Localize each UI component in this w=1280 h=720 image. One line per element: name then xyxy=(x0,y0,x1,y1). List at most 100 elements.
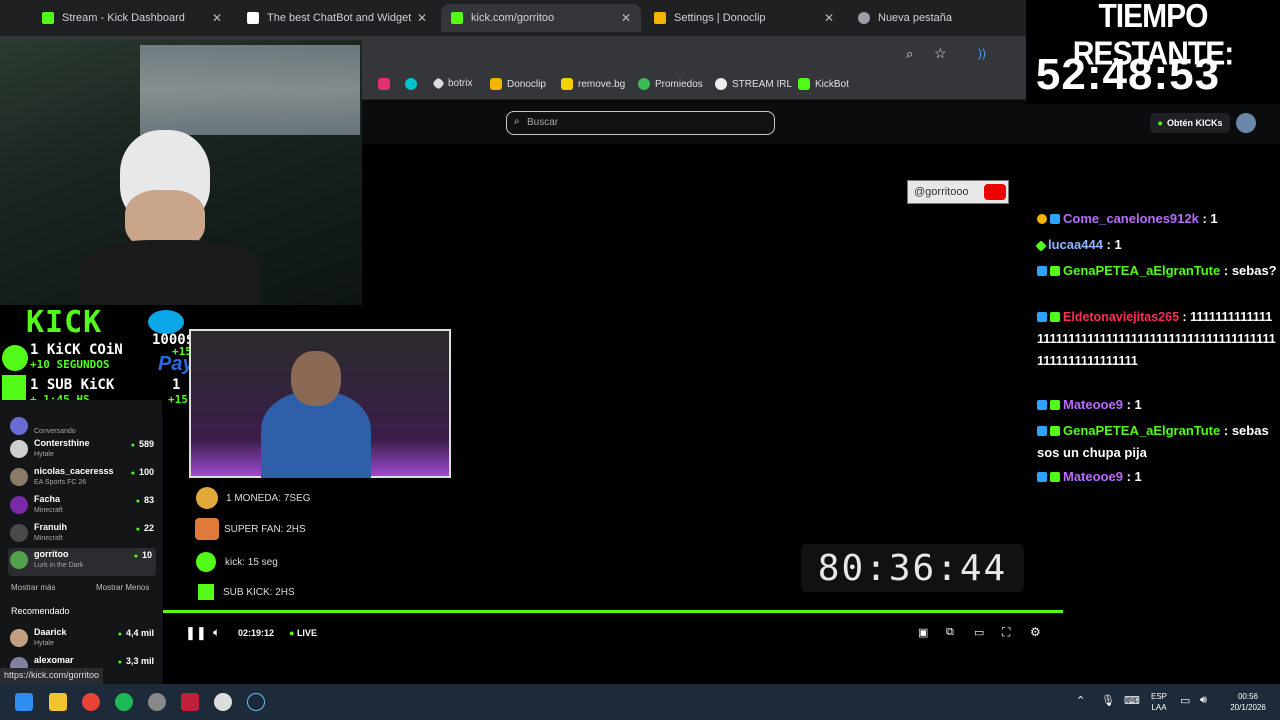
sidebar-channel[interactable]: Franuih Minecraft 22 xyxy=(10,521,158,549)
close-icon[interactable]: ✕ xyxy=(212,11,222,25)
viewer-count: 100 xyxy=(131,467,154,477)
chrome-icon[interactable] xyxy=(82,693,100,711)
kick-coin-bonus: +10 SEGUNDOS xyxy=(30,358,110,371)
fullscreen-icon[interactable]: ⛶ xyxy=(1002,625,1010,640)
kick-coin-icon: ● xyxy=(1157,118,1163,128)
search-icon: ⌕ xyxy=(514,116,520,127)
zoom-icon[interactable]: ⌕ xyxy=(906,46,913,62)
reward-label: SUB KICK: 2HS xyxy=(223,587,295,598)
close-icon[interactable]: ✕ xyxy=(621,11,631,25)
search-input[interactable]: ⌕ Buscar xyxy=(506,111,775,135)
tab-label: Stream - Kick Dashboard xyxy=(62,12,185,24)
bookmark-removebg[interactable]: remove.bg xyxy=(561,78,625,90)
tab-kick-gorritoo[interactable]: kick.com/gorritoo ✕ xyxy=(441,4,641,32)
sidebar-channel-selected[interactable]: gorritoo Lurk in the Dark 10 xyxy=(8,548,156,576)
chat-text: 1 xyxy=(1210,211,1218,226)
volume-icon[interactable]: 🔊︎ xyxy=(1200,694,1207,707)
keyboard-icon[interactable]: ⌨ xyxy=(1124,694,1140,707)
badge-icon xyxy=(1050,266,1060,276)
pip-icon[interactable]: ⧉ xyxy=(946,626,954,639)
show-more-link[interactable]: Mostrar más xyxy=(11,583,55,592)
badge-icon xyxy=(1037,472,1047,482)
file-explorer-icon[interactable] xyxy=(49,693,67,711)
chat-message: GenaPETEA_aElgranTute : sebas sos un chu… xyxy=(1037,423,1269,460)
obs-icon[interactable] xyxy=(214,693,232,711)
channel-name: Contersthine xyxy=(34,438,90,448)
chatbot-icon xyxy=(247,12,259,24)
mini-player-icon[interactable]: ▭ xyxy=(974,626,984,639)
channel-name: nicolas_caceresss xyxy=(34,466,114,476)
extension-icon[interactable]: )) xyxy=(978,46,986,60)
chat-username[interactable]: GenaPETEA_aElgranTute xyxy=(1063,263,1220,278)
bookmark-kickbot[interactable]: KickBot xyxy=(798,78,849,90)
chat-username[interactable]: Come_canelones912k xyxy=(1063,211,1199,226)
chat-username[interactable]: Mateooe9 xyxy=(1063,469,1123,484)
avatar xyxy=(10,629,28,647)
handle-tag: @gorritooo xyxy=(907,180,1009,204)
chat-username[interactable]: Mateooe9 xyxy=(1063,397,1123,412)
bookmark-label: STREAM IRL xyxy=(732,78,793,90)
bookmark-donoclip[interactable]: Donoclip xyxy=(490,78,546,90)
windows-start-icon[interactable] xyxy=(15,693,33,711)
chat-username[interactable]: Eldetonaviejitas265 xyxy=(1063,310,1179,324)
user-avatar[interactable] xyxy=(1236,113,1256,133)
channel-category: Lurk in the Dark xyxy=(34,562,84,569)
viewer-count: 10 xyxy=(134,550,152,560)
tf-icon[interactable] xyxy=(181,693,199,711)
badge-icon xyxy=(1037,400,1047,410)
clock-date: 20/1/2026 xyxy=(1230,703,1266,712)
channel-category: EA Sports FC 26 xyxy=(34,479,87,486)
tab-new[interactable]: Nueva pestaña xyxy=(848,4,1018,32)
pause-icon[interactable]: ❚❚ xyxy=(185,625,207,641)
reward-label: kick: 15 seg xyxy=(225,557,278,568)
theater-mode-icon[interactable]: ▣ xyxy=(918,626,928,639)
steam-icon[interactable] xyxy=(247,693,265,711)
time-remaining-overlay: TIEMPO RESTANTE: 52:48:53 xyxy=(1026,0,1280,104)
channel-name: alexomar xyxy=(34,655,74,665)
show-less-link[interactable]: Mostrar Menos xyxy=(96,583,149,592)
chat-username[interactable]: GenaPETEA_aElgranTute xyxy=(1063,423,1220,438)
live-indicator: ● LIVE xyxy=(289,628,317,638)
sidebar-channel[interactable]: Contersthine Hytale 589 xyxy=(10,437,158,465)
bookmark-promiedos[interactable]: Promiedos xyxy=(638,78,703,90)
bookmark-star-icon[interactable]: ☆ xyxy=(934,45,947,62)
mercadopago-icon xyxy=(148,310,184,334)
badge-icon xyxy=(1050,472,1060,482)
donoclip-icon xyxy=(654,12,666,24)
badge-icon xyxy=(1035,240,1047,252)
close-icon[interactable]: ✕ xyxy=(417,11,427,25)
tab-kick-dashboard[interactable]: Stream - Kick Dashboard ✕ xyxy=(32,4,232,32)
microphone-icon[interactable]: 🎙︎ xyxy=(1101,694,1115,707)
avatar xyxy=(10,440,28,458)
sidebar-recommended[interactable]: Daarick Hytale 4,4 mil xyxy=(10,626,158,654)
sidebar-channel[interactable]: nicolas_caceresss EA Sports FC 26 100 xyxy=(10,465,158,493)
stream-irl-icon xyxy=(715,78,727,90)
kick-k-icon xyxy=(198,584,214,600)
canva-icon xyxy=(405,78,417,90)
tray-chevron-icon[interactable]: ⌃ xyxy=(1076,694,1085,707)
get-kicks-button[interactable]: ● Obtén KICKs xyxy=(1150,113,1230,133)
volume-icon[interactable]: 🔈︎ xyxy=(213,625,220,640)
keyboard-layout: LAA xyxy=(1151,703,1167,712)
close-icon[interactable]: ✕ xyxy=(824,11,834,25)
sidebar-channel[interactable]: Facha Minecraft 83 xyxy=(10,493,158,521)
viewer-count: 4,4 mil xyxy=(118,628,154,638)
language-indicator[interactable]: ESP LAA xyxy=(1151,691,1167,713)
clock-time: 00:56 xyxy=(1237,692,1259,701)
channel-name: Franuih xyxy=(34,522,67,532)
tab-chatbot[interactable]: The best ChatBot and Widget ✕ xyxy=(237,4,437,32)
app-icon[interactable] xyxy=(148,693,166,711)
live-progress-bar[interactable] xyxy=(163,610,1063,613)
bookmark-botrix[interactable]: botrix xyxy=(432,77,472,90)
network-icon[interactable]: ▭ xyxy=(1180,694,1190,707)
tab-donoclip[interactable]: Settings | Donoclip ✕ xyxy=(644,4,844,32)
spotify-icon[interactable] xyxy=(115,693,133,711)
language-code: ESP xyxy=(1151,692,1168,701)
settings-gear-icon[interactable]: ⚙ xyxy=(1030,625,1041,639)
chat-username[interactable]: lucaa444 xyxy=(1048,237,1103,252)
viewer-count: 22 xyxy=(136,523,154,533)
clock[interactable]: 00:56 20/1/2026 xyxy=(1222,691,1274,713)
instagram-bookmark[interactable] xyxy=(378,78,390,90)
bookmark-stream-irl[interactable]: STREAM IRL xyxy=(715,78,792,90)
canva-bookmark[interactable] xyxy=(405,78,417,90)
